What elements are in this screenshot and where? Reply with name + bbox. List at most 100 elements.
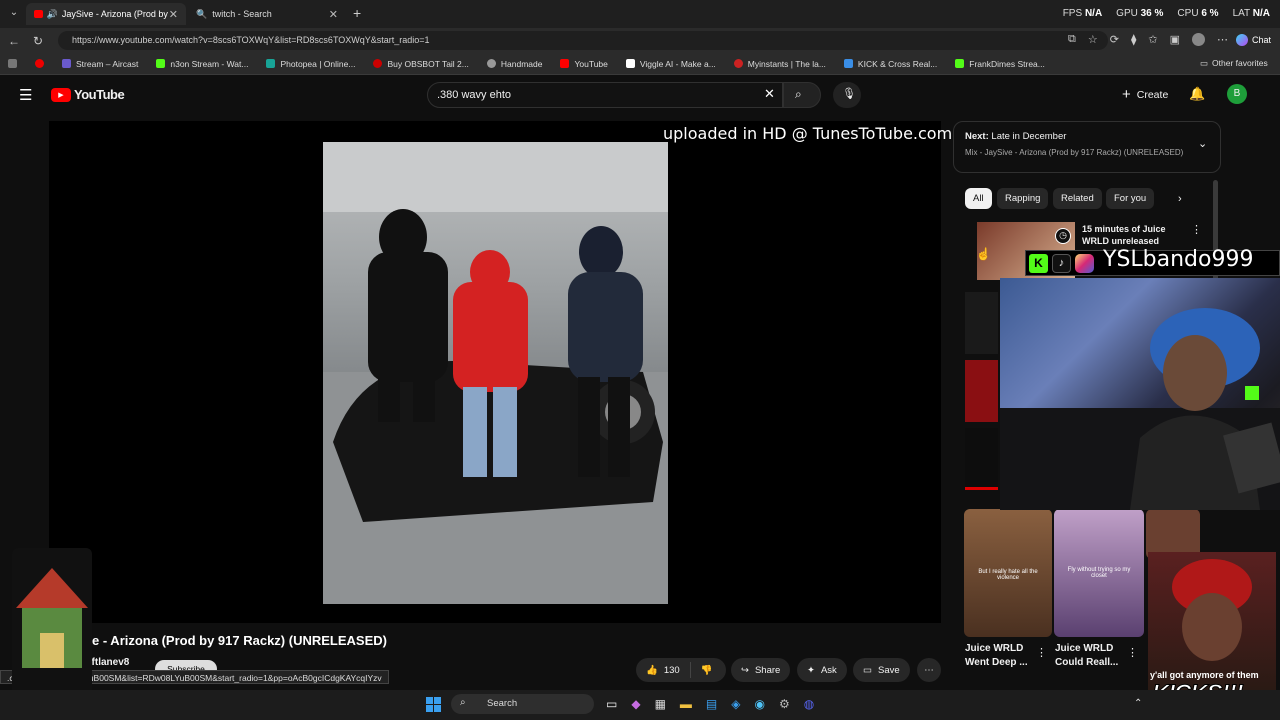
- save-bookmark-icon: ▭: [863, 664, 872, 676]
- task-view-icon[interactable]: ▭: [606, 697, 617, 711]
- watch-later-clock-icon[interactable]: ◷: [1055, 228, 1071, 244]
- tiktok-logo-icon: ♪: [1052, 254, 1071, 273]
- close-tab-icon[interactable]: ✕: [169, 8, 178, 21]
- chip-for-you[interactable]: For you: [1106, 188, 1155, 209]
- more-vertical-icon[interactable]: ⋮: [1036, 646, 1047, 659]
- taskbar-apps: ▭ ◆ ▦ ▬ ▤ ◈ ◉ ⚙ ◍: [606, 697, 814, 711]
- tab-youtube[interactable]: 🔊 JaySive - Arizona (Prod by 917 ✕: [26, 3, 186, 25]
- bookmark-item[interactable]: Handmade: [486, 59, 542, 69]
- bookmark-item[interactable]: Stream – Aircast: [62, 59, 138, 69]
- ask-label: Ask: [820, 664, 837, 676]
- sticker-overlay: [12, 548, 92, 708]
- hamburger-menu-icon[interactable]: ☰: [19, 86, 32, 104]
- windows-start-icon[interactable]: [426, 697, 441, 712]
- bookmark-item[interactable]: KICK & Cross Real...: [843, 59, 937, 69]
- tab-list-icon[interactable]: ⌄: [2, 7, 26, 18]
- like-dislike-group: 👍 130 👎: [636, 658, 726, 682]
- chip-rapping[interactable]: Rapping: [997, 188, 1049, 209]
- refresh-icon[interactable]: ↻: [26, 34, 50, 48]
- video-title: e - Arizona (Prod by 917 Rackz) (UNRELEA…: [92, 633, 387, 648]
- save-button[interactable]: ▭ Save: [853, 658, 910, 682]
- clear-search-icon[interactable]: ✕: [764, 86, 775, 102]
- close-tab-icon[interactable]: ✕: [329, 8, 338, 21]
- open-in-app-icon[interactable]: ⧉: [1068, 33, 1076, 46]
- system-tray-chevron-icon[interactable]: ⌃: [1134, 698, 1142, 709]
- chip-all[interactable]: All: [965, 188, 992, 209]
- more-menu-icon[interactable]: ⋯: [1217, 33, 1228, 46]
- back-icon[interactable]: ←: [2, 34, 26, 48]
- copilot-chat-button[interactable]: Chat: [1236, 34, 1271, 46]
- extensions-puzzle-icon[interactable]: ⧫: [1131, 33, 1136, 46]
- store-icon[interactable]: ▦: [655, 697, 666, 711]
- thumbs-up-icon[interactable]: 👍: [646, 665, 658, 676]
- share-button[interactable]: ↪ Share: [731, 658, 791, 682]
- extension-icon[interactable]: ⟳: [1110, 33, 1119, 46]
- short-thumbnail[interactable]: Fly without trying so my closet: [1054, 509, 1144, 637]
- search-input[interactable]: .380 wavy ehto: [427, 82, 783, 108]
- more-vertical-icon[interactable]: ⋮: [1191, 223, 1202, 236]
- video-watermark: uploaded in HD @ TunesToTube.com: [663, 124, 953, 143]
- video-thumbnail[interactable]: [965, 292, 998, 354]
- chevron-right-icon[interactable]: ›: [1178, 193, 1182, 205]
- bookmark-item[interactable]: YouTube: [560, 59, 608, 69]
- new-tab-button[interactable]: +: [353, 5, 361, 21]
- up-next-mix-panel[interactable]: Next: Late in December Mix - JaySive - A…: [953, 121, 1221, 173]
- fps-label: FPS: [1062, 8, 1083, 19]
- more-actions-button[interactable]: ⋯: [917, 658, 941, 682]
- notifications-bell-icon[interactable]: 🔔: [1189, 86, 1205, 102]
- create-button[interactable]: + Create: [1122, 86, 1168, 103]
- plus-icon: +: [1122, 86, 1131, 103]
- gpu-value: 36 %: [1140, 8, 1164, 19]
- tab-twitch-search[interactable]: 🔍 twitch - Search ✕: [188, 3, 346, 25]
- microphone-icon: 🎙: [842, 88, 856, 100]
- voice-search-button[interactable]: 🎙: [833, 82, 861, 108]
- short-caption: Fly without trying so my closet: [1067, 567, 1131, 579]
- favorites-icon[interactable]: ✩: [1148, 33, 1157, 46]
- app-icon[interactable]: ⚙: [779, 697, 790, 711]
- bookmark-item[interactable]: Myinstants | The la...: [733, 59, 826, 69]
- collections-icon[interactable]: ▣: [1170, 33, 1180, 46]
- channel-name[interactable]: eftlanev8: [86, 657, 129, 668]
- short-thumbnail[interactable]: But I really hate all the violence: [964, 509, 1052, 637]
- favorite-star-icon[interactable]: ☆: [1088, 33, 1098, 46]
- sparkle-icon: ✦: [807, 664, 815, 676]
- like-count[interactable]: 130: [664, 665, 680, 676]
- instagram-logo-icon: [1075, 254, 1094, 273]
- file-explorer-icon[interactable]: ▬: [680, 697, 692, 711]
- bookmark-item[interactable]: Photopea | Online...: [266, 59, 355, 69]
- lat-value: N/A: [1252, 8, 1270, 19]
- chat-label: Chat: [1252, 35, 1272, 45]
- search-button[interactable]: ⌕: [783, 82, 821, 108]
- copilot-app-icon[interactable]: ◆: [631, 697, 640, 711]
- other-favorites[interactable]: ▭ Other favorites: [1200, 58, 1268, 69]
- url-field[interactable]: https://www.youtube.com/watch?v=8scs6TOX…: [58, 31, 1108, 50]
- account-avatar[interactable]: B: [1227, 84, 1247, 104]
- short-title[interactable]: Juice WRLD Could Reall...: [1055, 642, 1125, 670]
- taskbar-search-box[interactable]: Search: [451, 694, 594, 714]
- discord-icon[interactable]: ◍: [804, 697, 814, 711]
- chevron-down-icon[interactable]: ⌄: [1198, 137, 1207, 150]
- video-thumbnail[interactable]: [965, 428, 998, 490]
- short-title[interactable]: Juice WRLD Went Deep ...: [965, 642, 1035, 670]
- app-icon[interactable]: ▤: [706, 697, 717, 711]
- app-icon[interactable]: ◈: [731, 697, 740, 711]
- thumbs-down-icon[interactable]: 👎: [701, 665, 713, 676]
- youtube-logo[interactable]: ▶ YouTube: [51, 87, 125, 102]
- bookmark-item[interactable]: n3on Stream - Wat...: [156, 59, 248, 69]
- bookmark-item[interactable]: Viggle AI - Make a...: [625, 59, 716, 69]
- fps-value: N/A: [1084, 8, 1103, 19]
- video-thumbnail[interactable]: [965, 360, 998, 422]
- more-vertical-icon[interactable]: ⋮: [1127, 646, 1138, 659]
- bookmark-item[interactable]: FrankDimes Strea...: [955, 59, 1045, 69]
- youtube-bookmark-icon[interactable]: [35, 59, 44, 68]
- save-label: Save: [877, 664, 900, 676]
- short-caption: But I really hate all the violence: [978, 569, 1038, 581]
- chip-related[interactable]: Related: [1053, 188, 1102, 209]
- logo-text: YouTube: [74, 87, 125, 102]
- bookmark-item[interactable]: Buy OBSBOT Tail 2...: [373, 59, 469, 69]
- bookmark-label: FrankDimes Strea...: [969, 58, 1045, 69]
- ask-button[interactable]: ✦ Ask: [797, 658, 847, 682]
- webcam-overlay: [1000, 278, 1280, 510]
- profile-avatar[interactable]: [1192, 33, 1206, 46]
- edge-browser-icon[interactable]: ◉: [755, 697, 765, 711]
